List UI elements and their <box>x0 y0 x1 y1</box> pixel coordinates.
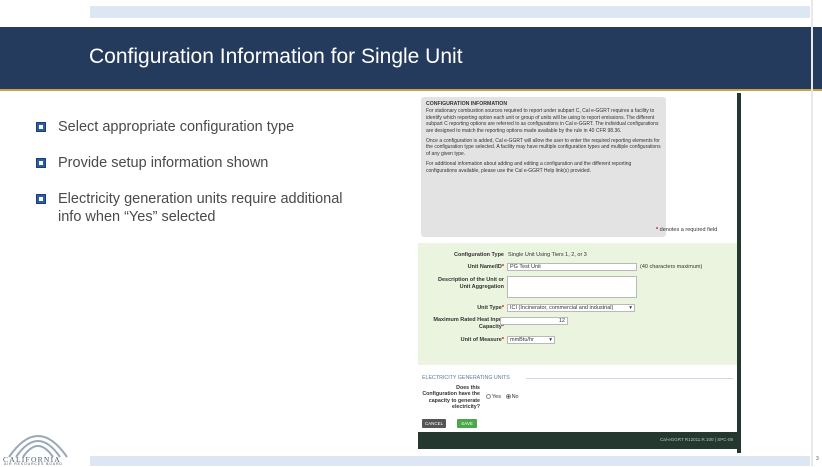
square-bullet-icon <box>36 122 46 132</box>
yes-radio[interactable] <box>486 394 491 400</box>
page-number: 3 <box>816 456 819 462</box>
config-info-box: CONFIGURATION INFORMATION For stationary… <box>421 97 666 237</box>
unit-name-note: (40 characters maximum) <box>640 264 703 270</box>
square-bullet-icon <box>36 194 46 204</box>
electricity-question: Does this Configuration have the capacit… <box>422 385 480 411</box>
unit-type-label: Unit Type <box>477 305 502 311</box>
yes-label: Yes <box>492 394 501 400</box>
info-paragraph: For additional information about adding … <box>426 161 632 174</box>
max-heat-input[interactable]: 12 <box>500 317 568 325</box>
max-heat-label: Maximum Rated Heat Input Capacity <box>433 317 504 330</box>
screenshot-footer: Cal-eGGRT R12011.R.100 | SPC-08 <box>418 432 737 449</box>
bullet-list: Select appropriate configuration type Pr… <box>36 118 366 244</box>
config-form: Configuration Type Single Unit Using Tie… <box>418 243 737 365</box>
section-divider <box>526 378 733 379</box>
bullet-item: Select appropriate configuration type <box>36 118 366 136</box>
cancel-button[interactable]: CANCEL <box>422 419 446 428</box>
embedded-screenshot: CONFIGURATION INFORMATION For stationary… <box>418 93 741 453</box>
title-rule <box>0 89 822 91</box>
info-heading: CONFIGURATION INFORMATION <box>426 101 508 107</box>
electricity-radio-group: Yes No <box>486 394 519 400</box>
info-paragraph: Once a configuration is added, Cal e-GGR… <box>426 138 661 157</box>
logo-subtext: AIR RESOURCES BOARD <box>4 462 63 466</box>
bullet-item: Electricity generation units require add… <box>36 190 366 226</box>
slide-edge <box>811 0 813 466</box>
title-band: Configuration Information for Single Uni… <box>0 27 822 89</box>
save-button[interactable]: SAVE <box>457 419 477 428</box>
top-decor-bar <box>90 6 810 18</box>
uom-select[interactable]: mmBtu/hr ▾ <box>507 336 555 344</box>
electricity-section-title: ELECTRICITY GENERATING UNITS <box>422 375 510 381</box>
footer-version: Cal-eGGRT R12011.R.100 | SPC-08 <box>660 437 733 442</box>
config-type-value: Single Unit Using Tiers 1, 2, or 3 <box>508 252 587 258</box>
info-paragraph: For stationary combustion sources requir… <box>426 108 659 134</box>
unit-name-input[interactable]: PG Test Unit <box>507 263 637 271</box>
no-label: No <box>511 394 519 400</box>
description-textarea[interactable] <box>507 276 637 298</box>
unit-type-select[interactable]: ICI (Incinerator, commercial and industr… <box>507 304 635 312</box>
chevron-down-icon: ▾ <box>549 337 552 343</box>
description-label: Description of the Unit or Unit Aggregat… <box>438 277 504 290</box>
square-bullet-icon <box>36 158 46 168</box>
slide-title: Configuration Information for Single Uni… <box>89 45 463 68</box>
config-type-label: Configuration Type <box>453 252 504 258</box>
bottom-decor-bar <box>90 456 810 466</box>
uom-label: Unit of Measure <box>460 337 502 343</box>
chevron-down-icon: ▾ <box>629 305 632 311</box>
unit-name-label: Unit Name/ID <box>467 264 502 270</box>
bullet-item: Provide setup information shown <box>36 154 366 172</box>
required-note: * denotes a required field <box>656 227 718 233</box>
slide: Configuration Information for Single Uni… <box>0 0 822 466</box>
no-radio[interactable] <box>505 394 511 400</box>
